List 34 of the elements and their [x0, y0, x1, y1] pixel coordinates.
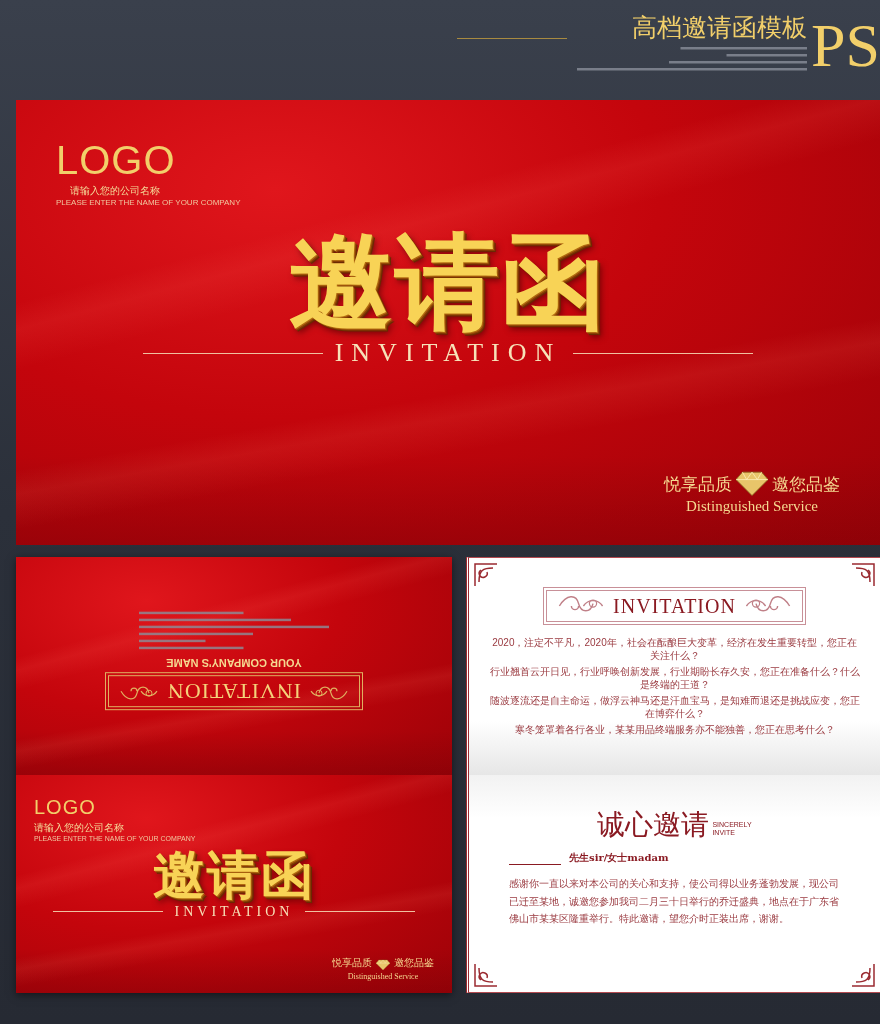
slogan-text: 邀您品鉴	[772, 473, 840, 496]
invitation-title: 邀请函	[153, 848, 315, 903]
paragraph-line: 随波逐流还是自主命运，做浮云神马还是汗血宝马，是知难而退还是挑战应变，您正在博弈什么？	[489, 694, 860, 720]
mirrored-heading: INVITATION	[166, 679, 302, 704]
slogan-en: Distinguished Service	[685, 498, 819, 515]
slogan-en: Distinguished Service	[347, 972, 419, 981]
paragraph-line: 寒冬笼罩着各行各业，某某用品终端服务亦不能独善，您正在思考什么？	[514, 723, 835, 736]
diamond-icon	[736, 470, 768, 496]
template-title: 高档邀请函模板	[632, 14, 808, 42]
company-prompt-en: PLEASE ENTER THE NAME OF YOUR COMPANY	[56, 198, 242, 207]
invitation-subtitle: INVITATION	[174, 904, 294, 919]
invitation-title: 邀请函	[289, 227, 607, 337]
slogan-text: 悦享品质	[664, 473, 732, 496]
logo-text: LOGO	[56, 140, 177, 180]
invitation-subtitle: INVITATION	[334, 340, 562, 367]
paragraph-line: 行业翘首云开日见，行业呼唤创新发展，行业期盼长存久安，您正在准备什么？什么是终端的王道？	[489, 665, 860, 691]
logo-text: LOGO	[34, 797, 97, 817]
company-name: YOUR COMPANY'S NAME	[166, 657, 302, 669]
paragraph-line: 2020，注定不平凡，2020年，社会在酝酿巨大变革，经济在发生重要转型，您正在关注什么？	[491, 636, 858, 662]
slogan-text: 悦享品质	[332, 956, 372, 970]
corner-ornament-icon	[850, 962, 876, 988]
invitation-heading: INVITATION	[613, 595, 736, 617]
sincere-title: 诚心邀请	[597, 811, 710, 839]
corner-ornament-icon	[850, 562, 876, 588]
invitation-body: 感谢你一直以来对本公司的关心和支持，使公司得以业务蓬勃发展，现公司已迁至某地，诚邀您参加我司二月三十日举行的乔迁盛典，地点在于广东省佛山市某某区隆重举行。特此邀请，望您介时正装出席，谢谢。	[509, 877, 840, 926]
salutation: 先生sir/女士madam	[569, 851, 669, 865]
slogan-text: 邀您品鉴	[394, 956, 434, 970]
corner-ornament-icon	[473, 562, 499, 588]
fill-in-line	[509, 864, 561, 865]
format-tag: PS	[811, 18, 880, 74]
company-prompt: 请输入您的公司名称	[34, 821, 125, 835]
diamond-icon	[376, 958, 390, 970]
corner-ornament-icon	[473, 962, 499, 988]
company-prompt: 请输入您的公司名称	[70, 184, 161, 198]
